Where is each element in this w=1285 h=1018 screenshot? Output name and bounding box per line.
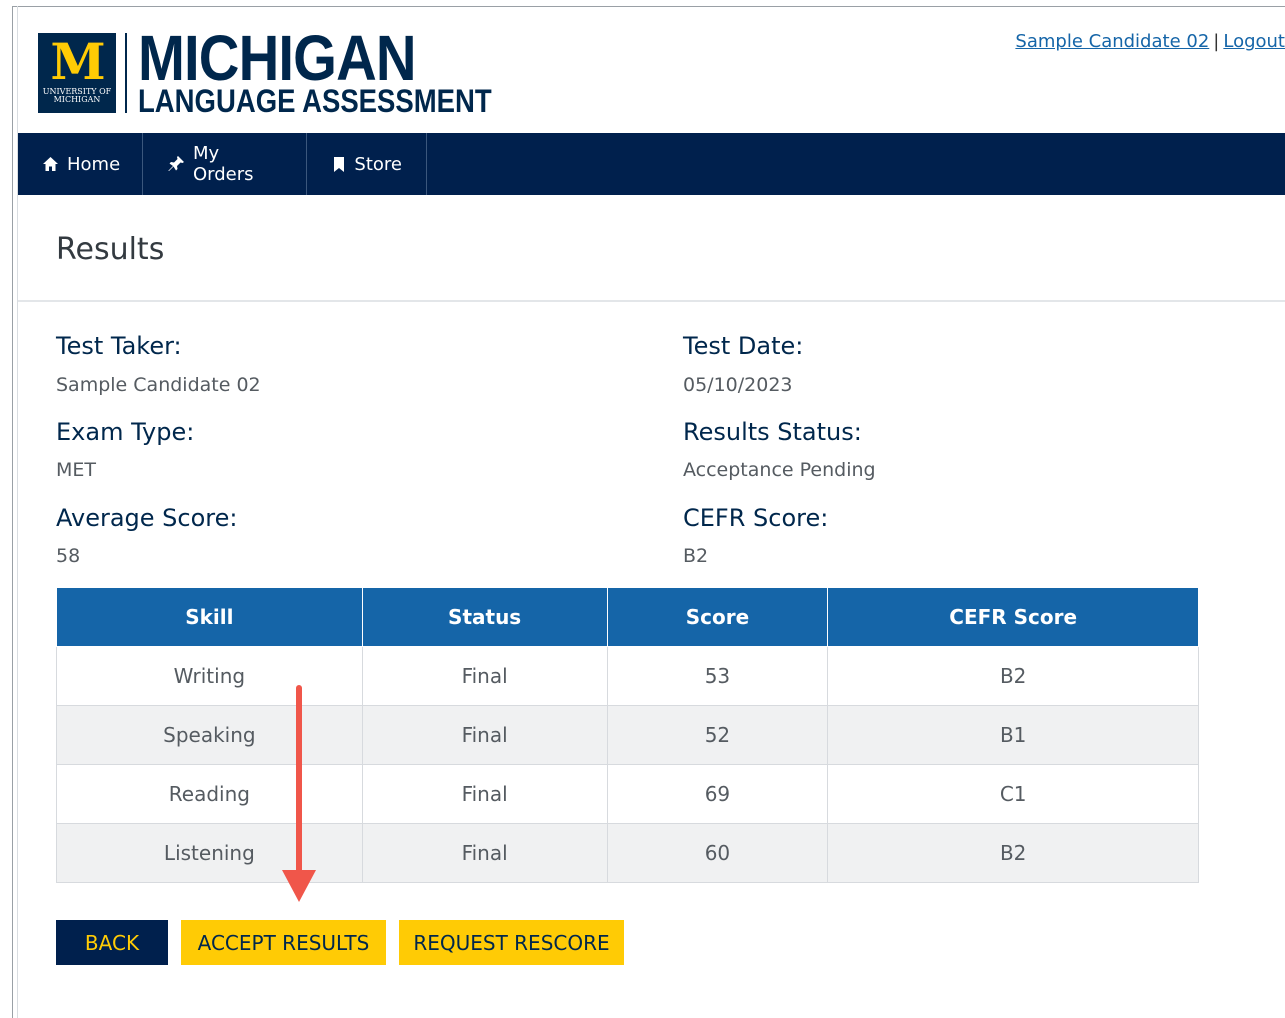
test-taker-label: Test Taker:: [56, 332, 182, 360]
column-header-status: Status: [361, 587, 608, 647]
cell-score: 69: [606, 764, 829, 824]
average-score-value: 58: [56, 545, 81, 567]
cell-status: Final: [361, 823, 608, 883]
pin-icon: [167, 155, 185, 173]
logo-mark: M UNIVERSITY OF MICHIGAN: [38, 33, 116, 113]
nav-item-my-orders[interactable]: My Orders: [143, 133, 307, 195]
table-header-row: Skill Status Score CEFR Score: [56, 587, 1199, 647]
bookmark-icon: [331, 155, 346, 173]
cefr-score-value: B2: [683, 545, 709, 567]
test-taker-value: Sample Candidate 02: [56, 374, 261, 396]
main-nav: Home My Orders Store: [18, 133, 1285, 195]
back-button[interactable]: BACK: [56, 920, 168, 965]
home-icon: [42, 155, 59, 173]
nav-item-label: Store: [354, 153, 402, 175]
cell-score: 60: [606, 823, 829, 883]
cell-score: 52: [606, 705, 829, 765]
column-header-skill: Skill: [56, 587, 363, 647]
column-header-score: Score: [606, 587, 829, 647]
link-separator: |: [1213, 31, 1220, 52]
cell-cefr-score: B1: [827, 705, 1199, 765]
page-title: Results: [56, 232, 165, 267]
cell-status: Final: [361, 646, 608, 706]
table-row: Listening Final 60 B2: [56, 823, 1199, 883]
cell-score: 53: [606, 646, 829, 706]
logo-university-line2: MICHIGAN: [53, 95, 101, 104]
accept-results-button[interactable]: ACCEPT RESULTS: [181, 920, 386, 965]
logout-link[interactable]: Logout: [1223, 31, 1285, 52]
results-status-label: Results Status:: [683, 418, 862, 446]
nav-item-store[interactable]: Store: [307, 133, 427, 195]
test-date-value: 05/10/2023: [683, 374, 793, 396]
site-logo[interactable]: M UNIVERSITY OF MICHIGAN MICHIGAN LANGUA…: [38, 22, 549, 119]
logo-wordmark: MICHIGAN LANGUAGE ASSESSMENT: [138, 22, 549, 119]
nav-item-home[interactable]: Home: [18, 133, 143, 195]
logo-subtitle: LANGUAGE ASSESSMENT: [138, 83, 492, 119]
results-table: Skill Status Score CEFR Score Writing Fi…: [56, 587, 1199, 883]
exam-type-value: MET: [56, 459, 97, 481]
logo-title: MICHIGAN: [138, 22, 417, 94]
title-divider: [18, 300, 1285, 302]
logo-divider: [125, 33, 127, 113]
cell-skill: Reading: [56, 764, 363, 824]
cell-status: Final: [361, 705, 608, 765]
cell-skill: Speaking: [56, 705, 363, 765]
cell-cefr-score: B2: [827, 646, 1199, 706]
table-row: Speaking Final 52 B1: [56, 705, 1199, 765]
exam-type-label: Exam Type:: [56, 418, 195, 446]
test-date-label: Test Date:: [683, 332, 804, 360]
nav-item-label: Home: [67, 153, 121, 175]
cefr-score-label: CEFR Score:: [683, 504, 829, 532]
column-header-cefr-score: CEFR Score: [827, 587, 1199, 647]
results-status-value: Acceptance Pending: [683, 459, 876, 481]
nav-item-label: My Orders: [193, 143, 254, 185]
cell-status: Final: [361, 764, 608, 824]
logo-m-letter: M: [50, 32, 105, 91]
user-profile-link[interactable]: Sample Candidate 02: [1015, 31, 1209, 52]
table-row: Reading Final 69 C1: [56, 764, 1199, 824]
request-rescore-button[interactable]: REQUEST RESCORE: [399, 920, 624, 965]
cell-cefr-score: C1: [827, 764, 1199, 824]
cell-skill: Listening: [56, 823, 363, 883]
cell-skill: Writing: [56, 646, 363, 706]
table-row: Writing Final 53 B2: [56, 646, 1199, 706]
average-score-label: Average Score:: [56, 504, 238, 532]
user-links: Sample Candidate 02 | Logout: [1015, 31, 1285, 52]
cell-cefr-score: B2: [827, 823, 1199, 883]
